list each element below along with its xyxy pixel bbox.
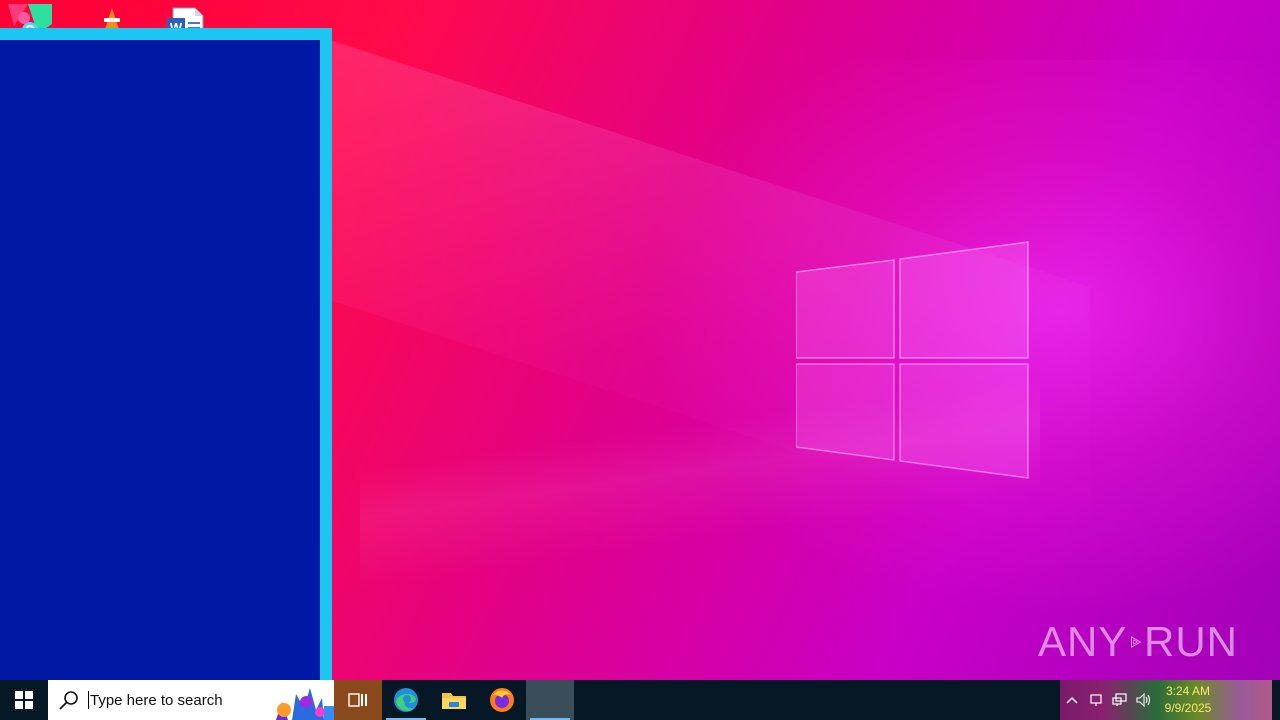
search-placeholder: Type here to search — [90, 691, 223, 709]
network-icon — [1112, 693, 1127, 706]
taskbar-active-window-button[interactable] — [526, 680, 574, 720]
tray-volume-button[interactable] — [1132, 680, 1156, 720]
watermark-text-any: ANY — [1038, 618, 1128, 665]
chevron-up-icon — [1066, 697, 1078, 704]
display-icon — [1090, 694, 1102, 706]
task-view-icon — [348, 693, 367, 707]
taskbar-search-box[interactable]: Type here to search — [48, 680, 334, 720]
taskbar: Type here to search 3:24 AM 9/9/2025 — [0, 680, 1280, 720]
show-hidden-icons-button[interactable] — [1060, 680, 1084, 720]
windows-start-icon — [15, 691, 33, 709]
taskbar-file-explorer-button[interactable] — [430, 680, 478, 720]
clock-time: 3:24 AM — [1165, 684, 1211, 698]
search-highlight-art-icon — [276, 688, 334, 720]
tray-network-button[interactable] — [1108, 680, 1132, 720]
start-button[interactable] — [0, 680, 48, 720]
play-icon — [1131, 636, 1142, 648]
speaker-icon — [1136, 693, 1151, 707]
windows-logo-wallpaper-icon — [796, 241, 1029, 479]
taskbar-firefox-button[interactable] — [478, 680, 526, 720]
search-icon — [59, 691, 78, 710]
application-window-content[interactable] — [0, 40, 320, 680]
edge-icon — [394, 688, 418, 712]
clock-date: 9/9/2025 — [1164, 701, 1212, 715]
anyrun-watermark: ANY RUN — [1038, 610, 1238, 674]
firefox-icon — [490, 688, 514, 712]
folder-icon — [442, 693, 466, 709]
task-view-button[interactable] — [334, 680, 382, 720]
tray-display-button[interactable] — [1084, 680, 1108, 720]
system-tray: 3:24 AM 9/9/2025 — [1060, 680, 1280, 720]
taskbar-clock[interactable]: 3:24 AM 9/9/2025 — [1156, 680, 1220, 720]
taskbar-edge-button[interactable] — [382, 680, 430, 720]
watermark-text-run: RUN — [1144, 618, 1238, 665]
text-cursor — [88, 691, 89, 709]
